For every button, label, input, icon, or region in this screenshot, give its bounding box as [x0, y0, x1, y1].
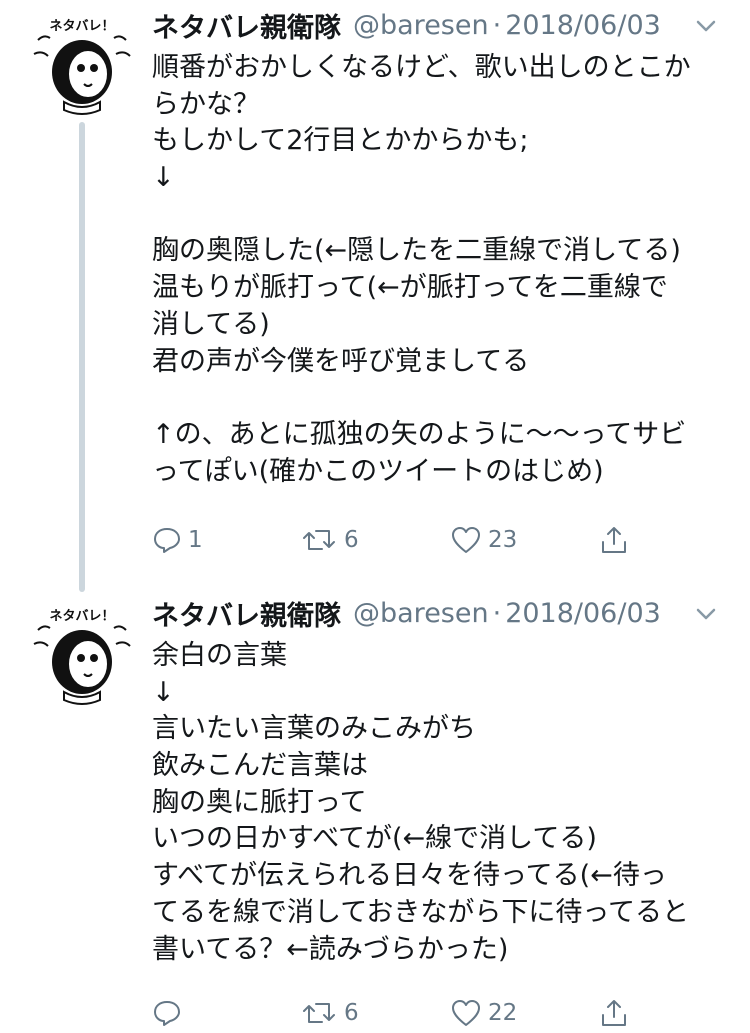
share-button[interactable]	[598, 520, 630, 560]
tweet-text: 順番がおかしくなるけど、歌い出しのとこか らかな？ もしかして2行目とかからかも…	[152, 50, 727, 490]
tweet-header: ネタバレ親衛隊 @baresen · 2018/06/03	[152, 593, 730, 633]
retweet-icon	[303, 1003, 335, 1023]
text-line: 胸の奥隠した(←隠したを二重線で消してる)	[152, 235, 681, 267]
text-line: ↑の、あとに孤独の矢のように〜〜ってサビ	[152, 418, 687, 450]
retweet-count: 6	[344, 527, 359, 553]
like-icon	[452, 527, 480, 553]
text-line: 書いてる？←読みづらかった)	[152, 933, 509, 965]
text-line: 順番がおかしくなるけど、歌い出しのとこか	[152, 52, 691, 83]
display-name[interactable]: ネタバレ親衛隊	[152, 6, 341, 45]
tweet-actions: 6 22	[152, 993, 712, 1033]
text-line: ってぽい(確かこのツイートのはじめ)	[152, 455, 604, 487]
reply-icon	[154, 1001, 180, 1026]
handle[interactable]: @baresen	[353, 598, 489, 629]
text-line: 言いたい言葉のみこみがち	[152, 713, 476, 745]
handle[interactable]: @baresen	[353, 10, 489, 41]
retweet-button[interactable]: 6	[300, 993, 359, 1033]
like-button[interactable]: 22	[450, 993, 517, 1033]
display-name[interactable]: ネタバレ親衛隊	[152, 594, 341, 633]
avatar-caption: ネタバレ！	[49, 19, 114, 34]
thread-line	[79, 122, 85, 592]
reply-button[interactable]	[152, 993, 188, 1033]
text-line: 胸の奥に脈打って	[152, 786, 367, 818]
text-line	[152, 197, 727, 234]
text-line	[152, 380, 727, 417]
text-line: 飲みこんだ言葉は	[152, 750, 368, 782]
text-line: ↓	[152, 676, 175, 708]
like-icon	[452, 1000, 480, 1026]
text-line: すべてが伝えられる日々を待ってる(←待っ	[152, 860, 667, 892]
reply-icon	[154, 528, 180, 553]
chevron-down-icon[interactable]	[692, 12, 720, 40]
like-count: 22	[488, 1000, 518, 1026]
text-line: 消してる)	[152, 308, 270, 340]
retweet-button[interactable]: 6	[300, 520, 359, 560]
like-button[interactable]: 23	[450, 520, 517, 560]
share-icon	[602, 527, 626, 553]
text-line: 温もりが脈打って(←が脈打ってを二重線で	[152, 272, 668, 304]
tweet-text: 余白の言葉 ↓ 言いたい言葉のみこみがち 飲みこんだ言葉は 胸の奥に脈打って い…	[152, 638, 727, 968]
tweet-actions: 1 6 23	[152, 520, 712, 560]
avatar[interactable]: ネタバレ！	[28, 600, 136, 708]
text-line: もしかして2行目とかからかも;	[152, 125, 529, 157]
retweet-count: 6	[344, 1000, 359, 1026]
text-line: てるを線で消しておきながら下に待ってると	[152, 896, 690, 928]
text-line: いつの日かすべてが(←線で消してる)	[152, 823, 597, 855]
avatar-caption: ネタバレ！	[49, 609, 114, 624]
separator-dot: ·	[492, 597, 502, 629]
avatar[interactable]: ネタバレ！	[28, 10, 136, 118]
share-icon	[602, 1000, 626, 1026]
text-line: ↓	[152, 162, 175, 194]
reply-count: 1	[188, 527, 203, 553]
separator-dot: ·	[492, 9, 502, 41]
timestamp[interactable]: 2018/06/03	[505, 10, 661, 41]
timestamp[interactable]: 2018/06/03	[505, 598, 661, 629]
tweet-header: ネタバレ親衛隊 @baresen · 2018/06/03	[152, 5, 730, 45]
reply-button[interactable]: 1	[152, 520, 203, 560]
retweet-icon	[303, 530, 335, 550]
text-line: らかな？	[152, 88, 260, 120]
share-button[interactable]	[598, 993, 630, 1033]
like-count: 23	[488, 527, 518, 553]
text-line: 余白の言葉	[152, 640, 287, 671]
chevron-down-icon[interactable]	[692, 600, 720, 628]
text-line: 君の声が今僕を呼び覚ましてる	[152, 345, 530, 377]
